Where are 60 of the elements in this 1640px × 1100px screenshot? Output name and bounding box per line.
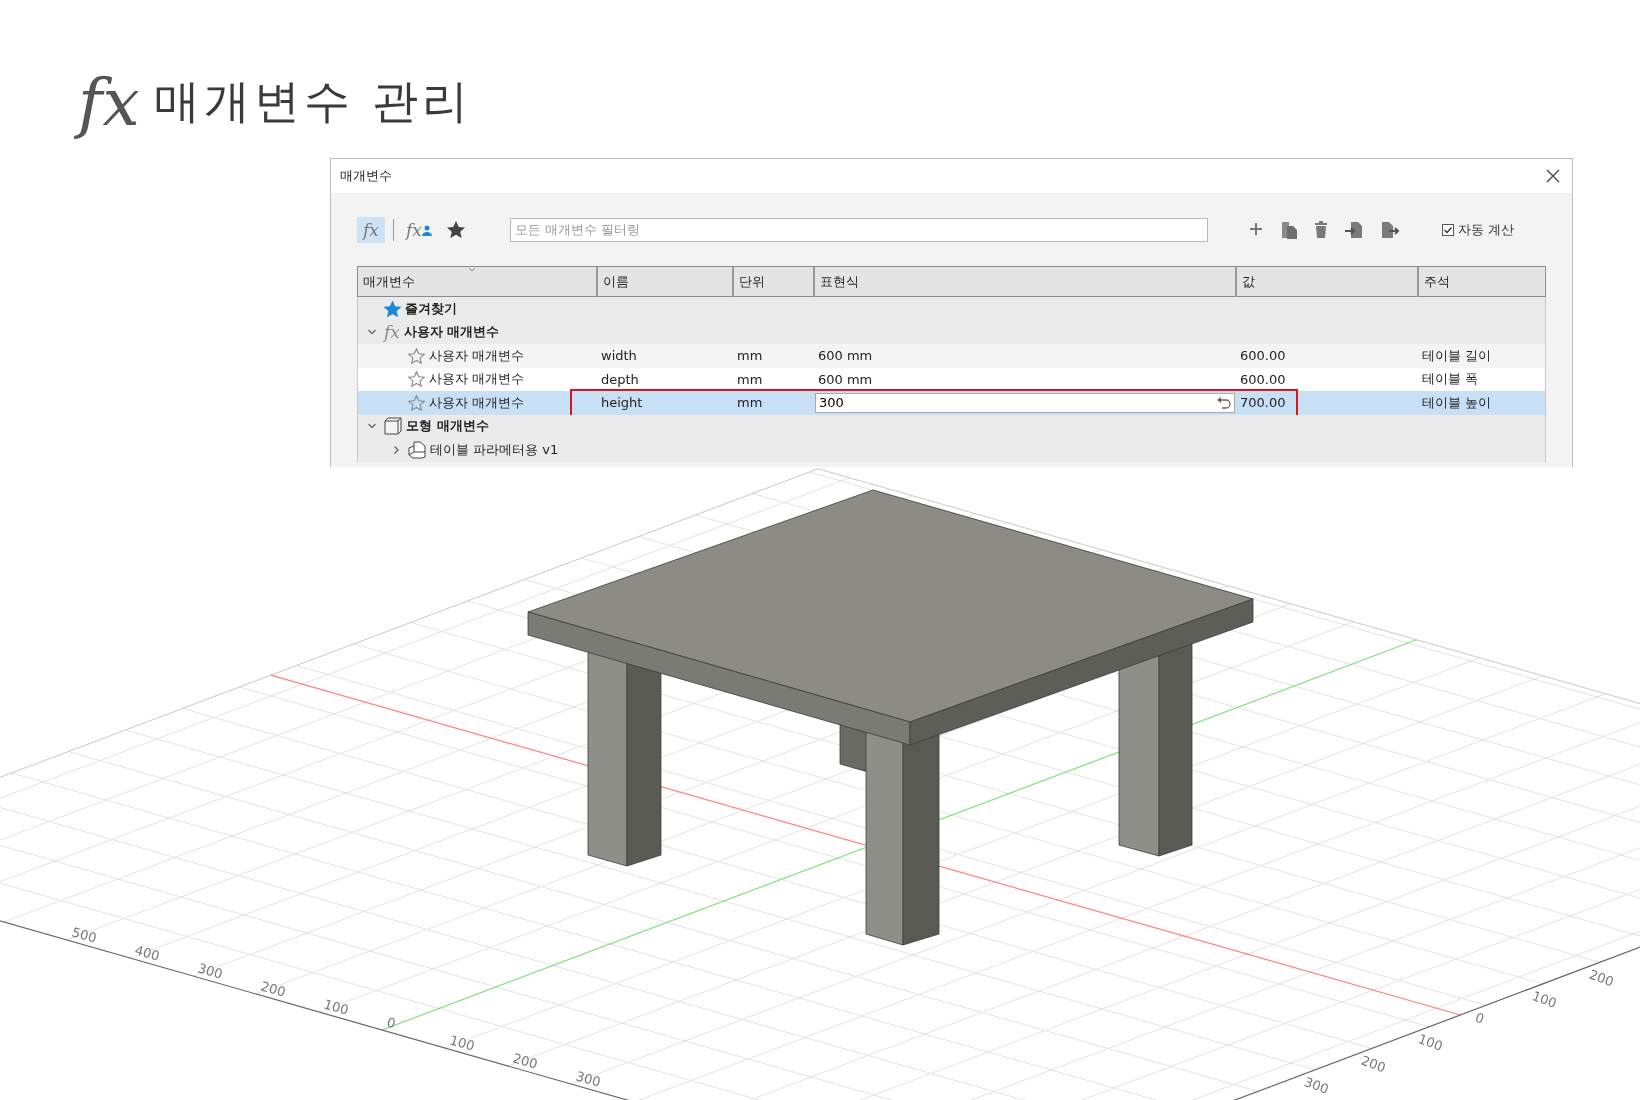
expression-input[interactable]: 300	[815, 392, 1235, 413]
table-cell: 사용자 매개변수	[429, 370, 525, 389]
table-cell-text: 600.00	[1239, 348, 1287, 364]
table-cell-text: 700.00	[1239, 395, 1287, 411]
table-cell-text: height	[600, 395, 644, 411]
axis-label: 500	[70, 924, 99, 946]
group-label: 모형 매개변수	[406, 417, 489, 436]
axis-label: 100	[448, 1032, 477, 1054]
parameter-row[interactable]: 사용자 매개변수 height mm 300 700.00 테이블 높이	[358, 391, 1545, 415]
table-cell-text: mm	[736, 371, 764, 387]
component-icon	[408, 440, 426, 459]
table-cell: 사용자 매개변수	[429, 393, 525, 412]
table-cell-text: width	[600, 348, 638, 364]
axis-label: 100	[322, 996, 351, 1018]
axis-label: 0	[385, 1014, 398, 1032]
table-cell-text: 테이블 폭	[1421, 370, 1480, 389]
axis-label: 200	[1359, 1052, 1388, 1076]
undo-icon[interactable]	[1216, 395, 1232, 410]
auto-compute-checkbox[interactable]: 자동 계산	[1441, 220, 1515, 239]
close-button[interactable]	[1544, 167, 1562, 185]
axis-label: 400	[133, 942, 162, 964]
dialog-title: 매개변수	[340, 167, 392, 185]
table-cell-text: 600 mm	[817, 371, 874, 387]
axis-label: 100	[1530, 988, 1559, 1011]
table-cell-text: 600 mm	[817, 348, 874, 364]
axis-label: 0	[1473, 1009, 1487, 1027]
table-cell: 사용자 매개변수	[429, 346, 525, 365]
copy-icon	[1279, 220, 1298, 239]
function-symbol: fx	[384, 322, 400, 343]
user-parameters-button[interactable]: fx	[402, 216, 436, 243]
checkbox-icon	[1441, 223, 1454, 236]
table-cell-text: mm	[736, 348, 764, 364]
star-outline-icon[interactable]	[408, 371, 425, 388]
axis-label: 200	[1587, 966, 1616, 990]
axis-label: 200	[511, 1050, 540, 1072]
chevron-right-icon[interactable]	[391, 444, 401, 455]
star-outline-icon[interactable]	[408, 394, 425, 411]
axis-label: 300	[196, 960, 225, 982]
component-label: 테이블 파라메터용 v1	[430, 440, 559, 459]
person-icon	[421, 223, 432, 236]
filter-field[interactable]: 모든 매개변수 필터링	[509, 217, 1208, 242]
add-icon	[1247, 220, 1264, 237]
table-cell-text: 테이블 높이	[1421, 393, 1493, 412]
table-cell-text: 테이블 길이	[1421, 346, 1493, 365]
axis-label: 200	[259, 978, 288, 1000]
delete-icon	[1313, 220, 1328, 239]
column-header[interactable]: 주석	[1419, 267, 1547, 297]
axis-label: 100	[1416, 1031, 1445, 1054]
axis-label: 300	[574, 1068, 603, 1090]
axis-label: 300	[1302, 1074, 1331, 1097]
page-title: 매개변수 관리	[153, 73, 473, 130]
group-label: 사용자 매개변수	[403, 323, 500, 342]
import-icon	[1343, 220, 1364, 239]
group-label: 즐겨찾기	[405, 299, 457, 318]
table-cell-text: mm	[736, 395, 764, 411]
star-outline-icon[interactable]	[408, 347, 425, 364]
table-cell-text: 600.00	[1239, 371, 1287, 387]
export-icon	[1379, 220, 1400, 239]
star-icon	[384, 300, 401, 317]
table-cell-text: depth	[600, 371, 640, 387]
